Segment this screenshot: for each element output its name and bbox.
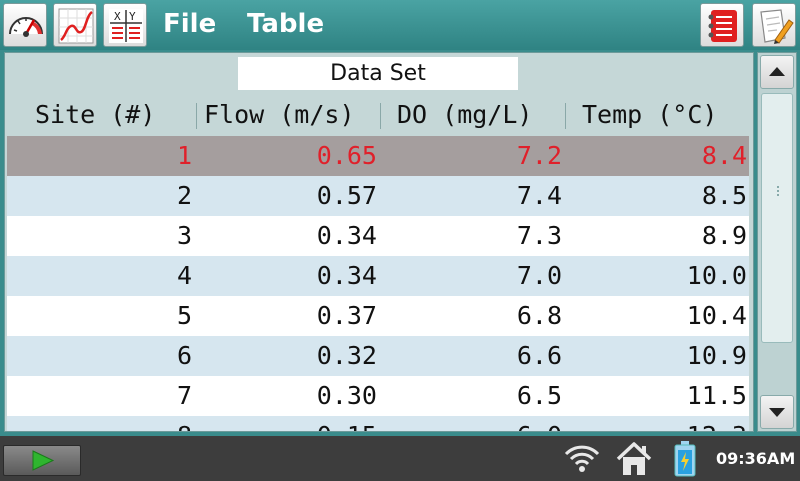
cell-flow: 0.32 [316,341,377,370]
meter-icon [9,17,43,37]
journal-icon [760,9,794,44]
scroll-grip [777,194,779,196]
cell-site: 6 [176,341,192,370]
cell-temp: 10.4 [686,301,747,330]
cell-flow: 0.34 [316,261,377,290]
table-row[interactable]: 1 0.65 7.2 8.4 [7,136,749,176]
cell-temp: 10.9 [686,341,747,370]
scroll-grip [777,190,779,192]
column-divider [565,103,566,129]
cell-site: 7 [176,381,192,410]
column-header-site[interactable]: Site (#) [35,95,155,135]
cell-temp: 10.0 [686,261,747,290]
cell-do: 6.0 [382,416,562,431]
cell-do: 6.6 [516,341,562,370]
column-header-flow[interactable]: Flow (m/s) [204,95,355,135]
cell-temp: 12.3 [567,416,747,431]
cell-flow: 0.15 [197,416,377,431]
table-row[interactable]: 4 0.34 7.0 10.0 [7,256,749,296]
table-icon: X Y [109,9,143,43]
table-view-button[interactable]: X Y [103,3,147,47]
table-row[interactable]: 2 0.57 7.4 8.5 [7,176,749,216]
cell-temp: 8.9 [701,221,747,250]
battery-icon [674,441,696,477]
cell-do: 6.8 [516,301,562,330]
graph-view-button[interactable] [53,3,97,47]
cell-flow: 0.30 [316,381,377,410]
cell-site: 1 [176,141,192,170]
column-header-do[interactable]: DO (mg/L) [397,95,532,135]
table-header: Site (#) Flow (m/s) DO (mg/L) Temp (°C) [7,95,747,135]
svg-text:Y: Y [129,10,136,23]
arrow-down-icon [769,408,785,417]
top-toolbar: X Y File Table [0,0,800,50]
cell-temp: 8.5 [701,181,747,210]
notes-button[interactable] [700,3,744,47]
table-row[interactable]: 8 0.15 6.0 12.3 [7,416,749,431]
cell-do: 6.5 [516,381,562,410]
table-row[interactable]: 6 0.32 6.6 10.9 [7,336,749,376]
cell-flow: 0.57 [316,181,377,210]
data-set-title[interactable]: Data Set [238,57,518,90]
file-menu[interactable]: File [163,6,216,42]
cell-do: 7.2 [516,141,562,170]
data-table-panel: Data Set Site (#) Flow (m/s) DO (mg/L) T… [4,52,754,432]
table-scrollbar[interactable] [757,52,797,432]
cell-do: 7.3 [516,221,562,250]
arrow-up-icon [769,67,785,76]
table-row[interactable]: 7 0.30 6.5 11.5 [7,376,749,416]
table-row[interactable]: 5 0.37 6.8 10.4 [7,296,749,336]
column-divider [380,103,381,129]
column-header-temp[interactable]: Temp (°C) [582,95,717,135]
table-menu[interactable]: Table [247,6,324,42]
journal-button[interactable] [752,3,796,47]
cell-site: 5 [176,301,192,330]
home-icon[interactable] [614,440,654,478]
cell-site: 3 [176,221,192,250]
scroll-up-button[interactable] [760,55,794,89]
column-divider [196,103,197,129]
play-icon [32,450,55,471]
wifi-icon[interactable] [562,440,602,476]
meter-view-button[interactable] [3,3,47,47]
scroll-grip [777,186,779,188]
cell-temp: 8.4 [701,141,747,170]
cell-do: 7.4 [516,181,562,210]
cell-site: 8 [7,416,192,431]
cell-do: 7.0 [516,261,562,290]
scroll-down-button[interactable] [760,395,794,429]
table-body: 1 0.65 7.2 8.4 2 0.57 7.4 8.5 3 0.34 7.3… [7,136,749,431]
cell-flow: 0.65 [316,141,377,170]
table-row[interactable]: 3 0.34 7.3 8.9 [7,216,749,256]
start-collection-button[interactable] [3,445,81,476]
cell-temp: 11.5 [686,381,747,410]
notes-icon [708,10,737,42]
cell-site: 4 [176,261,192,290]
scroll-thumb[interactable] [761,93,793,343]
svg-text:X: X [114,10,121,23]
graph-icon [58,8,94,44]
cell-site: 2 [176,181,192,210]
status-bar: 09:36AM [0,436,800,481]
clock: 09:36AM [716,449,796,468]
cell-flow: 0.34 [316,221,377,250]
cell-flow: 0.37 [316,301,377,330]
